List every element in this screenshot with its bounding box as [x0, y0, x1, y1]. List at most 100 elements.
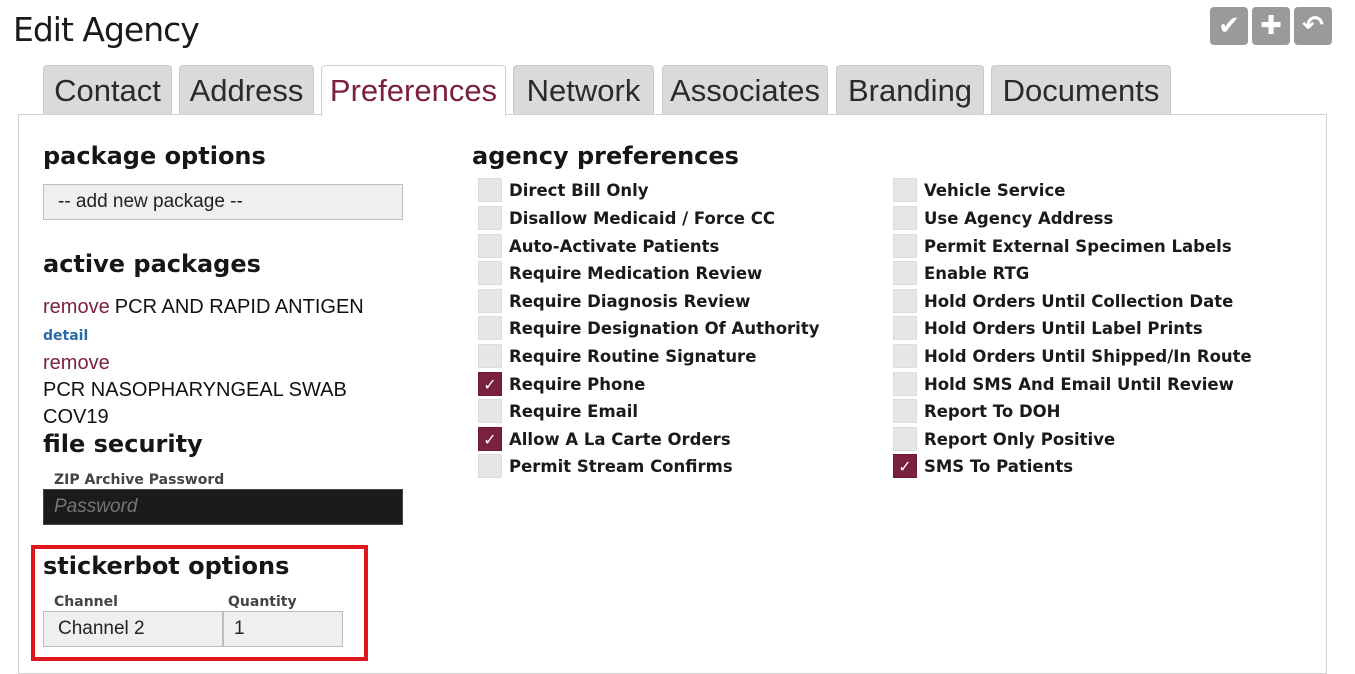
tab-associates[interactable]: Associates	[662, 65, 828, 115]
preference-checkbox[interactable]	[478, 261, 502, 285]
undo-icon: ↶	[1302, 11, 1324, 41]
preference-label: Require Designation Of Authority	[509, 318, 820, 338]
preference-label: Permit External Specimen Labels	[924, 236, 1232, 256]
preference-checkbox[interactable]	[893, 289, 917, 313]
preference-label: Hold Orders Until Label Prints	[924, 318, 1203, 338]
preference-row: Require Routine Signature	[478, 343, 756, 369]
zip-password-label: ZIP Archive Password	[54, 472, 225, 488]
tab-network[interactable]: Network	[513, 65, 654, 115]
package-row: remove PCR AND RAPID ANTIGEN detail	[43, 294, 413, 350]
check-icon: ✔	[1218, 11, 1240, 41]
preference-checkbox[interactable]	[893, 261, 917, 285]
preference-row: Hold Orders Until Label Prints	[893, 315, 1203, 341]
preference-checkbox[interactable]	[478, 399, 502, 423]
remove-package-link[interactable]: remove	[43, 296, 110, 318]
preference-label: Report Only Positive	[924, 429, 1116, 449]
preference-label: Require Medication Review	[509, 263, 763, 283]
check-icon: ✓	[483, 429, 497, 449]
preference-checkbox[interactable]	[478, 234, 502, 258]
preference-row: Require Medication Review	[478, 260, 762, 286]
quantity-label: Quantity	[228, 594, 297, 610]
quantity-input[interactable]: 1	[223, 611, 343, 647]
active-packages-list: remove PCR AND RAPID ANTIGEN detail remo…	[43, 294, 413, 431]
check-icon: ✓	[898, 456, 912, 476]
preference-checkbox[interactable]	[478, 289, 502, 313]
preference-checkbox[interactable]	[478, 206, 502, 230]
preference-row: Require Diagnosis Review	[478, 288, 750, 314]
add-package-select-value: -- add new package --	[58, 191, 243, 212]
preference-checkbox[interactable]	[893, 206, 917, 230]
channel-select[interactable]: Channel 2	[43, 611, 223, 647]
preference-checkbox[interactable]: ✓	[478, 372, 502, 396]
plus-icon: ✚	[1260, 11, 1282, 41]
preference-label: Use Agency Address	[924, 208, 1114, 228]
package-options-heading: package options	[43, 142, 266, 170]
preference-row: Disallow Medicaid / Force CC	[478, 205, 775, 231]
preference-label: Hold Orders Until Shipped/In Route	[924, 346, 1252, 366]
page-title: Edit Agency	[13, 10, 200, 49]
preference-checkbox[interactable]	[893, 234, 917, 258]
preference-row: Hold SMS And Email Until Review	[893, 371, 1234, 397]
preference-row: Direct Bill Only	[478, 177, 649, 203]
preference-label: Hold SMS And Email Until Review	[924, 374, 1234, 394]
tab-address[interactable]: Address	[179, 65, 314, 115]
preference-row: Use Agency Address	[893, 205, 1113, 231]
preference-checkbox[interactable]: ✓	[893, 454, 917, 478]
active-packages-heading: active packages	[43, 250, 261, 278]
add-package-select[interactable]: -- add new package --	[43, 184, 403, 220]
package-row: remove	[43, 350, 413, 377]
remove-package-link[interactable]: remove	[43, 352, 110, 374]
preference-label: Enable RTG	[924, 263, 1030, 283]
preference-label: Permit Stream Confirms	[509, 456, 733, 476]
save-button[interactable]: ✔	[1210, 7, 1248, 45]
quantity-value: 1	[234, 618, 245, 639]
preference-label: Disallow Medicaid / Force CC	[509, 208, 775, 228]
channel-label: Channel	[54, 594, 118, 610]
preference-checkbox[interactable]	[478, 178, 502, 202]
preference-label: Require Routine Signature	[509, 346, 757, 366]
preference-checkbox[interactable]	[893, 427, 917, 451]
preference-checkbox[interactable]	[893, 316, 917, 340]
add-button[interactable]: ✚	[1252, 7, 1290, 45]
preference-row: Auto-Activate Patients	[478, 233, 719, 259]
preference-label: Direct Bill Only	[509, 180, 649, 200]
tab-documents[interactable]: Documents	[991, 65, 1171, 115]
preference-checkbox[interactable]	[478, 344, 502, 368]
preference-row: ✓ Require Phone	[478, 371, 645, 397]
preference-row: Hold Orders Until Shipped/In Route	[893, 343, 1252, 369]
check-icon: ✓	[483, 374, 497, 394]
preference-checkbox[interactable]	[893, 399, 917, 423]
preference-checkbox[interactable]	[478, 454, 502, 478]
package-name: PCR NASOPHARYNGEAL SWAB COV19	[43, 379, 347, 428]
preference-row: ✓ SMS To Patients	[893, 453, 1073, 479]
channel-value: Channel 2	[58, 618, 145, 639]
preference-row: Report To DOH	[893, 398, 1061, 424]
preference-row: Permit Stream Confirms	[478, 453, 733, 479]
preference-row: Require Designation Of Authority	[478, 315, 819, 341]
zip-password-input[interactable]	[43, 489, 403, 525]
preference-label: SMS To Patients	[924, 456, 1074, 476]
preference-checkbox[interactable]	[893, 344, 917, 368]
preference-checkbox[interactable]: ✓	[478, 427, 502, 451]
preference-label: Require Email	[509, 401, 639, 421]
preference-checkbox[interactable]	[893, 372, 917, 396]
tab-branding[interactable]: Branding	[836, 65, 984, 115]
preference-label: Require Diagnosis Review	[509, 291, 751, 311]
preference-row: ✓ Allow A La Carte Orders	[478, 426, 731, 452]
back-button[interactable]: ↶	[1294, 7, 1332, 45]
package-detail-link[interactable]: detail	[43, 328, 88, 344]
preference-label: Require Phone	[509, 374, 646, 394]
preference-checkbox[interactable]	[478, 316, 502, 340]
preference-label: Vehicle Service	[924, 180, 1066, 200]
preference-row: Hold Orders Until Collection Date	[893, 288, 1233, 314]
preference-row: Report Only Positive	[893, 426, 1115, 452]
tab-contact[interactable]: Contact	[43, 65, 172, 115]
preference-label: Hold Orders Until Collection Date	[924, 291, 1234, 311]
preference-checkbox[interactable]	[893, 178, 917, 202]
preference-row: Permit External Specimen Labels	[893, 233, 1232, 259]
preference-label: Auto-Activate Patients	[509, 236, 720, 256]
tab-preferences[interactable]: Preferences	[321, 65, 506, 116]
preference-label: Allow A La Carte Orders	[509, 429, 731, 449]
package-name: PCR AND RAPID ANTIGEN	[114, 296, 364, 318]
file-security-heading: file security	[43, 430, 203, 458]
